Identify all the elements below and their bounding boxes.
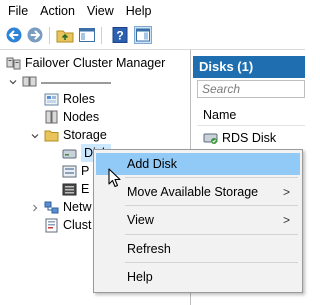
tree-label: Roles [63,92,95,106]
help-icon[interactable]: ? [111,26,129,44]
menu-separator [125,234,298,235]
chevron-down-icon[interactable] [31,132,39,140]
context-menu-move-available-storage[interactable]: Move Available Storage > [96,181,300,203]
context-menu-add-disk[interactable]: Add Disk [96,153,300,175]
menu-separator [125,205,298,206]
tree-label: Netw [63,200,92,214]
column-divider [197,125,305,126]
chevron-right-icon[interactable] [31,204,39,212]
menu-item-label: View [127,213,154,227]
disks-header: Disks (1) [193,56,305,78]
tree-root-failover-cluster-manager[interactable]: Failover Cluster Manager [6,54,165,72]
cluster-icon [22,76,37,86]
toolbar-separator [49,27,50,44]
menu-bar: File Action View Help [0,0,305,22]
disk-icon [62,149,77,158]
name-column-header[interactable]: Name [203,108,236,122]
tree-node-pools[interactable]: P [62,162,89,180]
disk-row[interactable]: RDS Disk [203,130,276,145]
tree-label: Nodes [63,110,100,124]
networks-icon [44,201,59,213]
submenu-arrow-icon: > [282,185,290,199]
tree-node-enclosures[interactable]: E [62,180,89,198]
disk-name: RDS Disk [222,130,277,145]
tree-node-networks[interactable]: Netw [44,198,91,216]
forward-arrow-icon[interactable] [26,26,44,44]
redacted-cluster-name [41,82,111,84]
tree-node-storage[interactable]: Storage [44,126,107,144]
menu-view[interactable]: View [81,0,120,22]
chevron-down-icon[interactable] [9,78,17,86]
tree-label: Storage [63,128,107,142]
menu-item-label: Refresh [127,242,171,256]
context-menu-help[interactable]: Help [96,266,300,288]
show-hide-action-pane-icon[interactable] [134,26,152,44]
context-menu-view[interactable]: View > [96,209,300,231]
tree-label: Clust [63,218,92,232]
menu-item-label: Move Available Storage [127,185,259,199]
show-hide-console-tree-icon[interactable] [78,26,96,44]
toolbar-separator [101,27,102,44]
menu-separator [125,262,298,263]
nodes-icon [45,110,58,123]
cluster-manager-icon [6,57,21,69]
tree-label: Failover Cluster Manager [25,56,166,70]
storage-folder-icon [44,130,59,141]
svg-text:?: ? [116,29,123,43]
tree-node-cluster-events[interactable]: Clust [44,216,91,234]
tree-node-cluster[interactable] [22,72,111,90]
menu-help[interactable]: Help [120,0,158,22]
menu-item-label: Help [127,270,153,284]
menu-item-label: Add Disk [127,157,178,171]
mouse-pointer-icon [108,168,121,188]
roles-icon [44,93,59,105]
menu-action[interactable]: Action [34,0,81,22]
disk-online-icon [203,133,218,144]
toolbar: ? [0,22,305,50]
cluster-events-icon [45,218,58,232]
submenu-arrow-icon: > [282,213,290,227]
tree-label: E [81,182,90,196]
back-arrow-icon[interactable] [5,26,23,44]
tree-node-nodes[interactable]: Nodes [44,108,99,126]
context-menu-refresh[interactable]: Refresh [96,238,300,260]
tree-node-roles[interactable]: Roles [44,90,95,108]
context-menu: Add Disk Move Available Storage > View >… [93,149,303,293]
tree-label: P [81,164,90,178]
up-folder-icon[interactable] [56,26,74,44]
search-input[interactable]: Search [197,80,305,98]
menu-file[interactable]: File [0,0,34,22]
pool-icon [62,165,77,177]
menu-separator [125,177,298,178]
enclosure-icon [62,183,77,195]
